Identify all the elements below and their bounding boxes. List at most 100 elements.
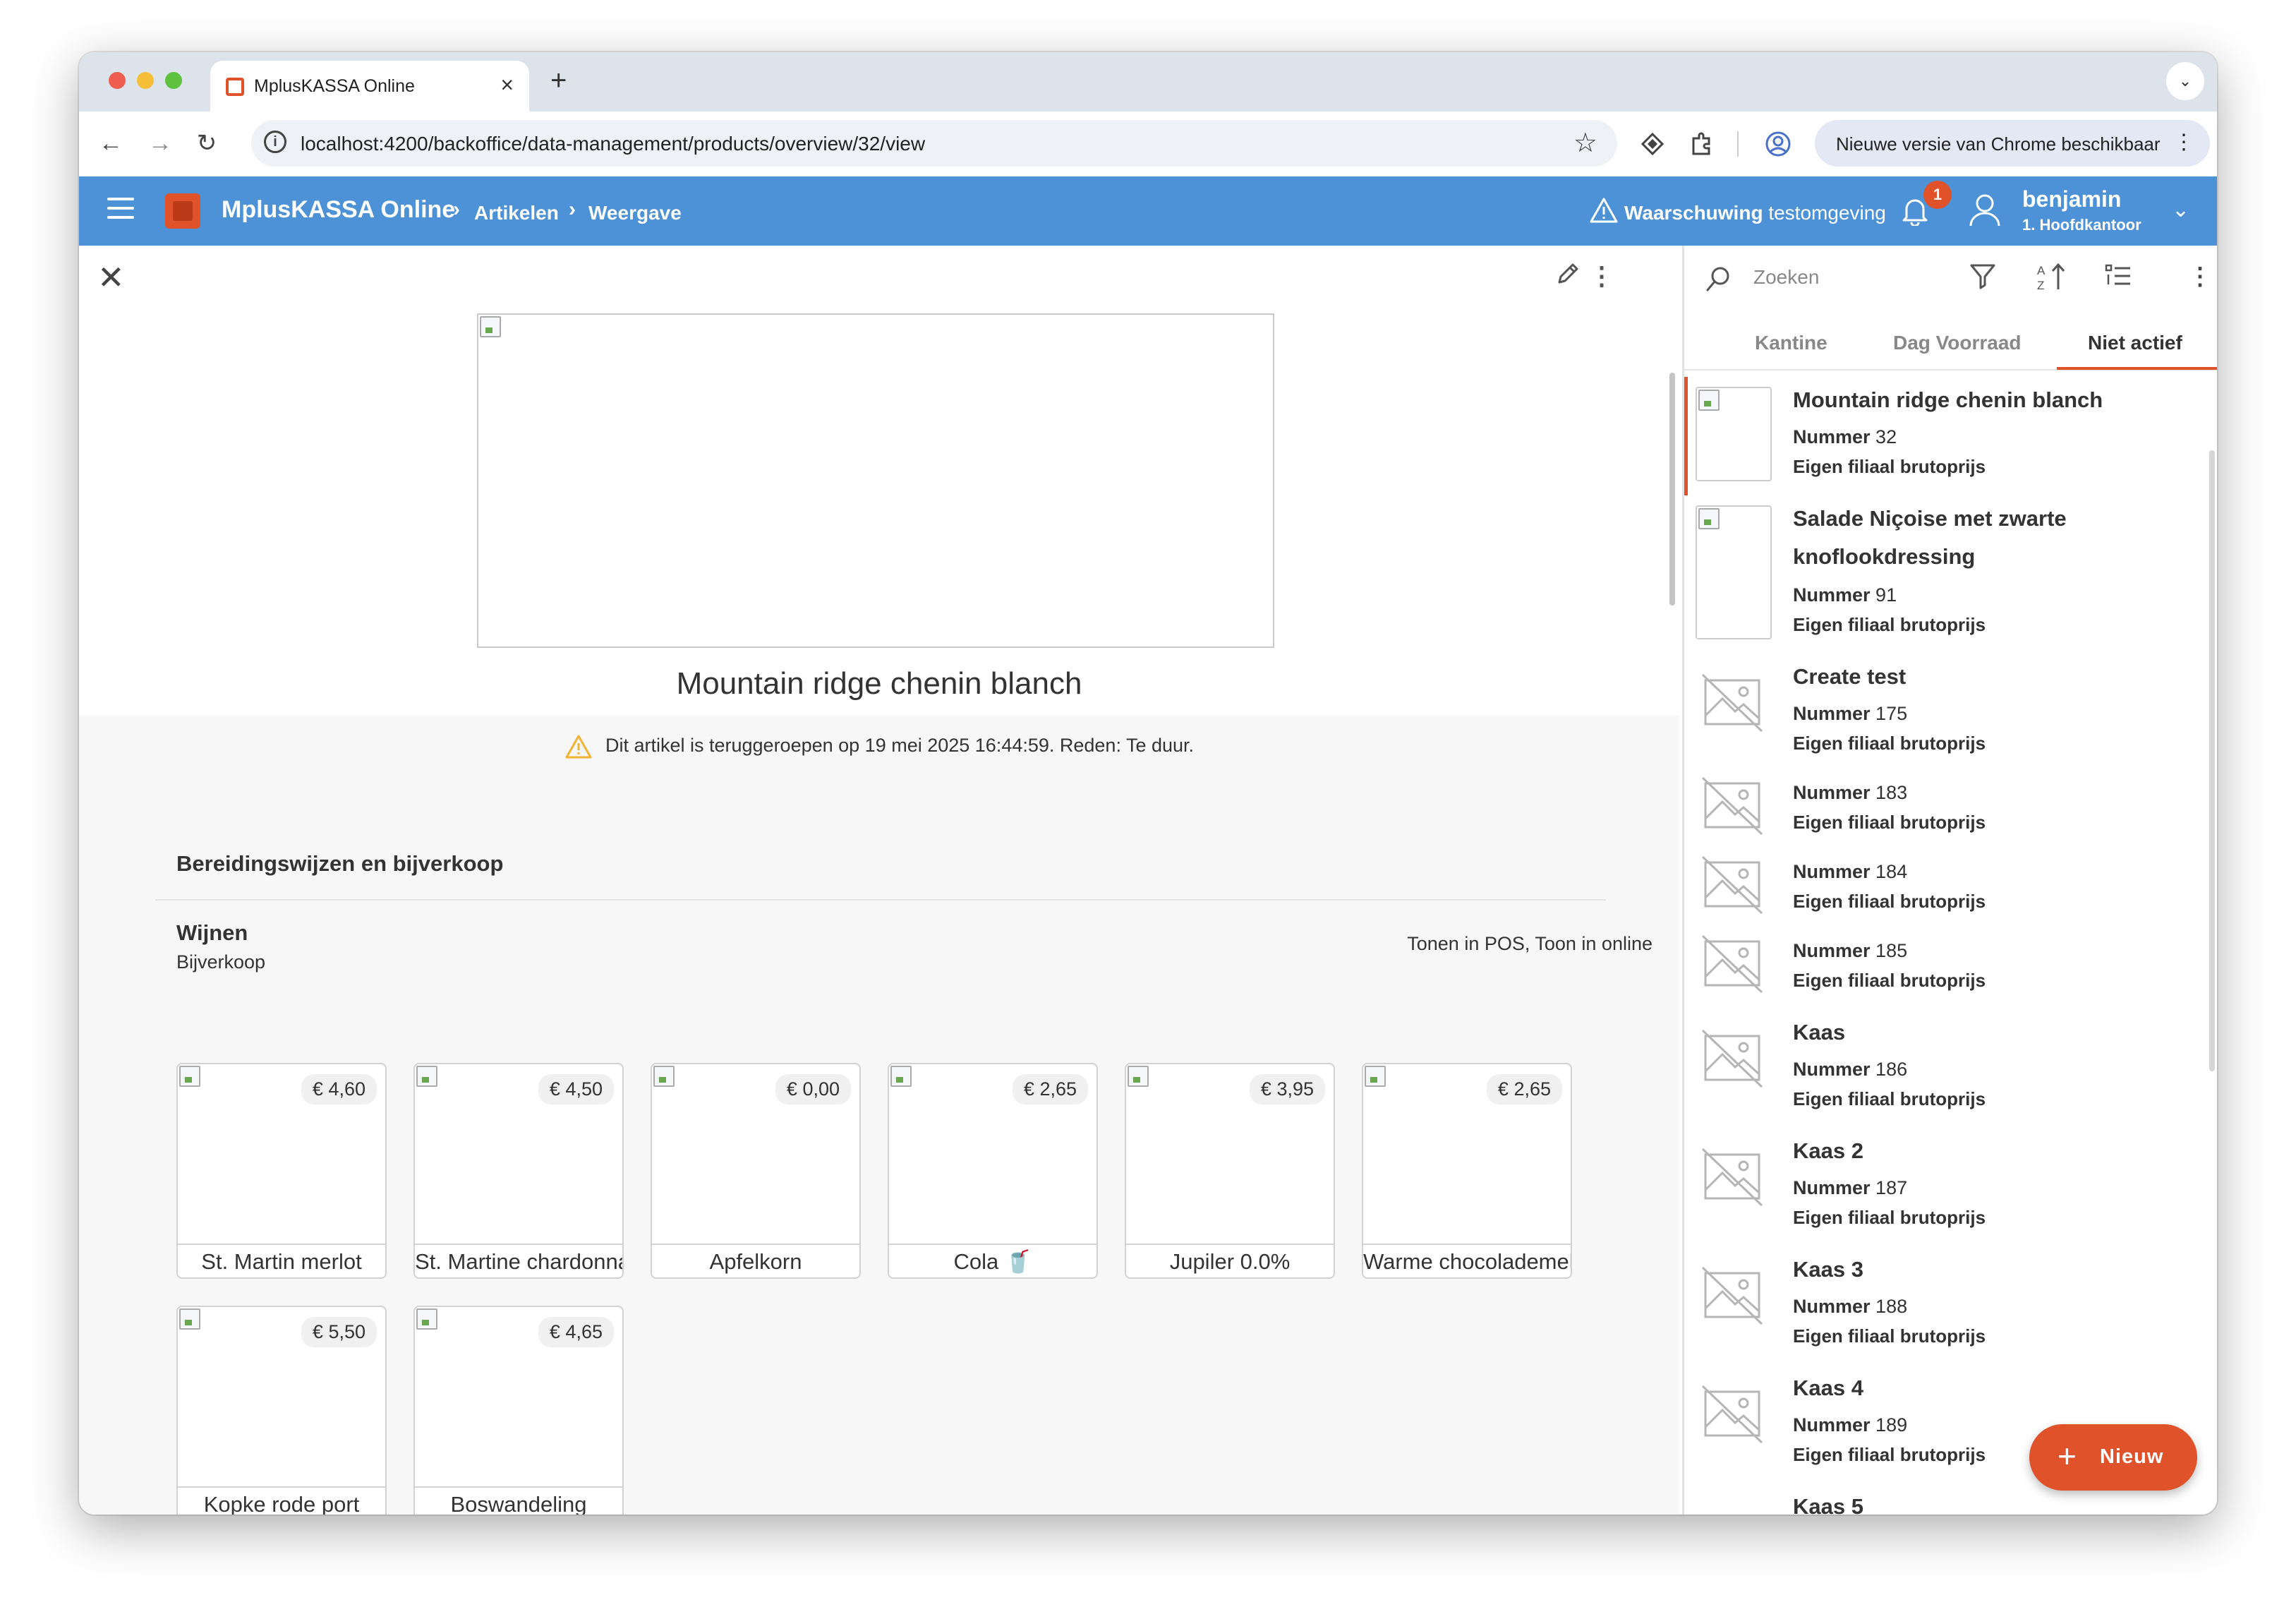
broken-image-icon: [1128, 1066, 1149, 1087]
user-branch[interactable]: 1. Hoofdkantoor: [2022, 216, 2141, 234]
extension-diamond-icon[interactable]: [1640, 131, 1665, 157]
sort-icon[interactable]: AZ: [2036, 261, 2068, 292]
forward-icon[interactable]: →: [143, 126, 178, 161]
card-name: Jupiler 0.0%: [1169, 1249, 1291, 1274]
close-icon[interactable]: ✕: [97, 261, 125, 294]
user-name[interactable]: benjamin: [2022, 186, 2121, 212]
chrome-update-button[interactable]: Nieuwe versie van Chrome beschikbaar ⋮: [1815, 120, 2210, 167]
tab-kantine[interactable]: Kantine: [1755, 332, 1827, 354]
card-name: Cola 🥤: [953, 1249, 1032, 1274]
upsell-card[interactable]: € 4,60 St. Martin merlot: [176, 1063, 387, 1279]
list-item[interactable]: Nummer 184 Eigen filiaal brutoprijs: [1684, 851, 2217, 930]
group-title: Wijnen: [176, 920, 248, 945]
list-item[interactable]: Nummer 185 Eigen filiaal brutoprijs: [1684, 930, 2217, 1009]
list-view-icon[interactable]: [2103, 261, 2133, 291]
list-item[interactable]: Salade Niçoise met zwarte knoflookdressi…: [1684, 495, 2217, 654]
item-name: Kaas 5: [1793, 1494, 1863, 1515]
item-price-label: Eigen filiaal brutoprijs: [1793, 1088, 1986, 1109]
item-thumbnail: [1696, 387, 1772, 481]
breadcrumb-artikelen[interactable]: Artikelen: [474, 202, 559, 224]
main-scrollbar[interactable]: [1669, 373, 1675, 606]
list-item[interactable]: Create test Nummer 175 Eigen filiaal bru…: [1684, 654, 2217, 772]
card-price: € 4,50: [538, 1074, 614, 1105]
upsell-card[interactable]: € 3,95 Jupiler 0.0%: [1125, 1063, 1335, 1279]
item-price-label: Eigen filiaal brutoprijs: [1793, 1207, 1986, 1228]
plus-icon: +: [2058, 1438, 2077, 1474]
minimize-window-button[interactable]: [137, 72, 154, 89]
no-image-icon: [1701, 776, 1763, 836]
upsell-card[interactable]: € 4,65 Boswandeling: [413, 1306, 624, 1515]
list-item[interactable]: Mountain ridge chenin blanch Nummer 32 E…: [1684, 377, 2217, 495]
broken-image-icon: [1365, 1066, 1386, 1087]
maximize-window-button[interactable]: [165, 72, 182, 89]
new-product-button[interactable]: + Nieuw: [2029, 1424, 2197, 1491]
broken-image-icon: [179, 1308, 200, 1330]
app-title[interactable]: MplusKASSA Online: [222, 196, 455, 224]
upsell-card[interactable]: € 2,65 Cola 🥤: [888, 1063, 1098, 1279]
card-price: € 4,65: [538, 1317, 614, 1347]
bookmark-star-icon[interactable]: ☆: [1573, 127, 1597, 159]
notification-count-badge: 1: [1923, 181, 1952, 209]
list-item[interactable]: Kaas 3 Nummer 188 Eigen filiaal brutopri…: [1684, 1246, 2217, 1365]
new-tab-button[interactable]: +: [550, 65, 567, 97]
upsell-card[interactable]: € 2,65 Warme chocolademelk: [1362, 1063, 1572, 1279]
user-icon[interactable]: [1967, 192, 2002, 229]
tab-title: MplusKASSA Online: [254, 76, 415, 96]
site-info-icon[interactable]: i: [264, 131, 286, 153]
no-image-icon: [1701, 1266, 1763, 1325]
no-image-icon: [1701, 934, 1763, 994]
broken-image-icon: [416, 1308, 437, 1330]
menu-hamburger-icon[interactable]: [107, 198, 134, 225]
breadcrumb-weergave: Weergave: [588, 202, 682, 224]
item-number: Nummer 175: [1793, 703, 1908, 724]
tab-niet-actief[interactable]: Niet actief: [2088, 332, 2182, 354]
card-name: Apfelkorn: [709, 1249, 802, 1274]
list-item[interactable]: Kaas 2 Nummer 187 Eigen filiaal brutopri…: [1684, 1128, 2217, 1246]
filter-icon[interactable]: [1968, 261, 1998, 291]
edit-pencil-icon[interactable]: [1554, 260, 1582, 288]
item-number: Nummer 185: [1793, 940, 1908, 961]
address-bar[interactable]: i localhost:4200/backoffice/data-managem…: [251, 120, 1617, 167]
list-item[interactable]: Nummer 183 Eigen filiaal brutoprijs: [1684, 772, 2217, 851]
list-scrollbar[interactable]: [2209, 450, 2215, 1071]
item-name: Kaas 4: [1793, 1376, 1863, 1400]
search-input[interactable]: [1752, 261, 1938, 294]
environment-warning: Waarschuwing testomgeving: [1624, 202, 1886, 224]
upsell-card[interactable]: € 4,50 St. Martine chardonnay: [413, 1063, 624, 1279]
item-number: Nummer 183: [1793, 782, 1908, 803]
item-price-label: Eigen filiaal brutoprijs: [1793, 970, 1986, 991]
update-notice-text: Nieuwe versie van Chrome beschikbaar: [1836, 133, 2161, 155]
card-name: Boswandeling: [450, 1492, 587, 1515]
breadcrumb-chevron-icon: ›: [569, 198, 576, 221]
chrome-menu-icon[interactable]: ⋮: [2173, 130, 2194, 155]
back-icon[interactable]: ←: [93, 126, 128, 161]
reload-icon[interactable]: ↻: [189, 126, 224, 161]
tab-search-button[interactable]: ⌄: [2166, 62, 2204, 100]
active-tab-indicator: [2057, 367, 2217, 370]
profile-icon[interactable]: [1764, 130, 1792, 158]
browser-tab[interactable]: MplusKASSA Online ×: [210, 61, 529, 112]
card-price: € 0,00: [775, 1074, 851, 1105]
broken-image-icon: [416, 1066, 437, 1087]
svg-text:Z: Z: [2037, 279, 2044, 292]
upsell-card[interactable]: € 0,00 Apfelkorn: [651, 1063, 861, 1279]
no-image-icon: [1701, 1148, 1763, 1207]
search-icon[interactable]: [1703, 264, 1734, 295]
list-item[interactable]: Kaas Nummer 186 Eigen filiaal brutoprijs: [1684, 1009, 2217, 1128]
item-number: Nummer 187: [1793, 1177, 1908, 1198]
upsell-card[interactable]: € 5,50 Kopke rode port: [176, 1306, 387, 1515]
broken-image-icon: [480, 316, 501, 337]
close-window-button[interactable]: [109, 72, 126, 89]
user-menu-chevron-down-icon[interactable]: ⌄: [2172, 198, 2189, 222]
more-options-icon[interactable]: ⋮: [1589, 261, 1614, 291]
tab-dag-voorraad[interactable]: Dag Voorraad: [1893, 332, 2022, 354]
tab-close-icon[interactable]: ×: [500, 72, 514, 98]
list-more-options-icon[interactable]: ⋮: [2188, 263, 2212, 291]
group-subtitle: Bijverkoop: [176, 951, 266, 973]
extensions-puzzle-icon[interactable]: [1688, 130, 1715, 157]
card-price: € 2,65: [1486, 1074, 1562, 1105]
item-name: Kaas 2: [1793, 1138, 1863, 1163]
card-price: € 2,65: [1012, 1074, 1088, 1105]
warning-icon: [1590, 198, 1618, 223]
card-price: € 4,60: [301, 1074, 377, 1105]
